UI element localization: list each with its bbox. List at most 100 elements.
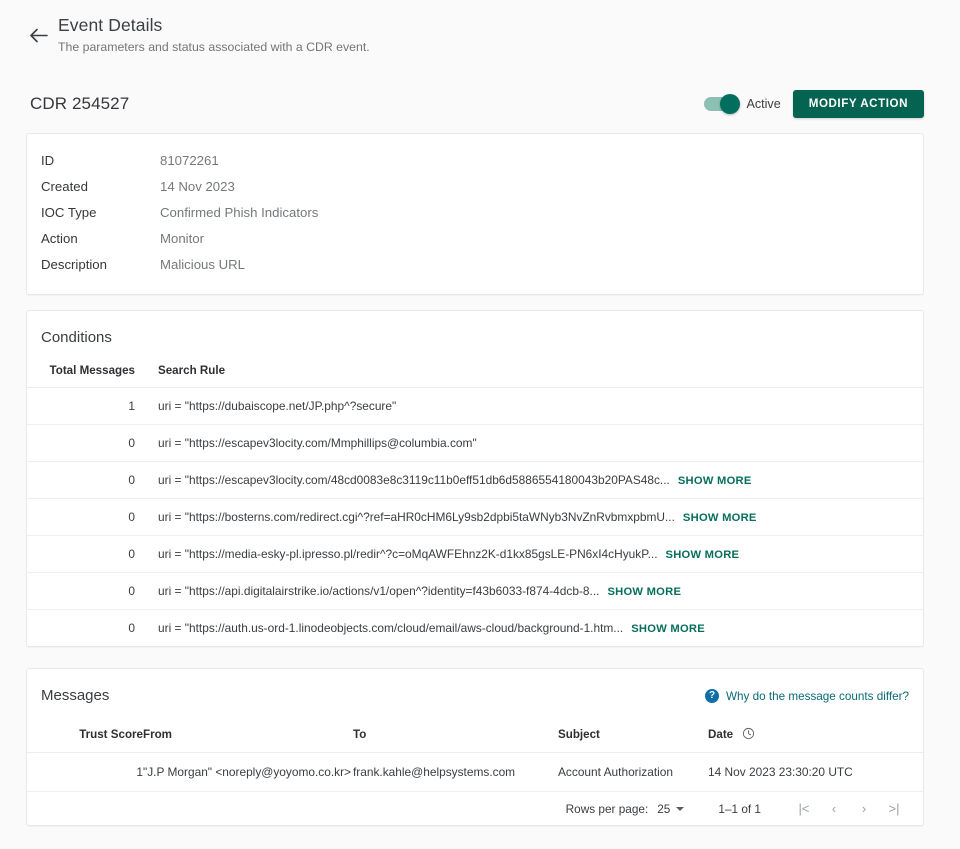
condition-total-messages: 0 — [27, 573, 135, 610]
column-header-date-label: Date — [708, 728, 733, 741]
condition-search-rule: uri = "https://escapev3locity.com/Mmphil… — [135, 425, 923, 462]
messages-header-row: Trust Score From To Subject Date — [27, 727, 923, 753]
pagination-bar: Rows per page: 25 1–1 of 1 |< ‹ › >| — [27, 792, 923, 825]
active-toggle-group[interactable]: Active — [704, 97, 780, 111]
detail-label: ID — [41, 148, 160, 174]
detail-row: Created 14 Nov 2023 — [41, 174, 923, 200]
column-header-date[interactable]: Date — [708, 727, 923, 753]
show-more-link[interactable]: SHOW MORE — [631, 623, 705, 635]
condition-search-rule: uri = "https://bosterns.com/redirect.cgi… — [135, 499, 923, 536]
page-title: Event Details — [58, 14, 370, 36]
rule-text: uri = "https://media-esky-pl.ipresso.pl/… — [158, 547, 658, 561]
show-more-link[interactable]: SHOW MORE — [666, 549, 740, 561]
back-arrow-icon[interactable] — [24, 21, 52, 49]
detail-list: ID 81072261 Created 14 Nov 2023 IOC Type… — [27, 134, 923, 294]
rule-text: uri = "https://api.digitalairstrike.io/a… — [158, 584, 599, 598]
column-header-search-rule: Search Rule — [135, 364, 923, 388]
conditions-header-row: Total Messages Search Rule — [27, 364, 923, 388]
condition-total-messages: 0 — [27, 499, 135, 536]
condition-search-rule: uri = "https://dubaiscope.net/JP.php^?se… — [135, 388, 923, 425]
rows-per-page-value: 25 — [657, 802, 670, 816]
messages-table: Trust Score From To Subject Date 1 — [27, 727, 923, 792]
help-icon: ? — [705, 689, 719, 703]
rule-text: uri = "https://dubaiscope.net/JP.php^?se… — [158, 399, 396, 413]
footer: © Copyright 2023 Fortra, LLC and its gro… — [0, 826, 960, 849]
rows-per-page-select[interactable]: 25 — [657, 802, 684, 816]
table-row: 1 "J.P Morgan" <noreply@yoyomo.co.kr> fr… — [27, 753, 923, 792]
condition-search-rule: uri = "https://api.digitalairstrike.io/a… — [135, 573, 923, 610]
table-row: 0 uri = "https://escapev3locity.com/48cd… — [27, 462, 923, 499]
clock-icon — [742, 727, 755, 740]
conditions-table-body: 1 uri = "https://dubaiscope.net/JP.php^?… — [27, 388, 923, 647]
table-row: 0 uri = "https://media-esky-pl.ipresso.p… — [27, 536, 923, 573]
chevron-down-icon — [676, 807, 684, 811]
title-actions: Active MODIFY ACTION — [704, 90, 924, 118]
toggle-knob — [720, 94, 740, 114]
active-toggle-label: Active — [746, 97, 780, 111]
column-header-to[interactable]: To — [353, 727, 558, 753]
condition-search-rule: uri = "https://media-esky-pl.ipresso.pl/… — [135, 536, 923, 573]
rule-text: uri = "https://bosterns.com/redirect.cgi… — [158, 510, 675, 524]
detail-label: Action — [41, 226, 160, 252]
previous-page-button[interactable]: ‹ — [819, 801, 849, 816]
detail-value: Malicious URL — [160, 252, 245, 278]
rule-text: uri = "https://escapev3locity.com/48cd00… — [158, 473, 670, 487]
show-more-link[interactable]: SHOW MORE — [683, 512, 757, 524]
condition-search-rule: uri = "https://escapev3locity.com/48cd00… — [135, 462, 923, 499]
messages-table-body: 1 "J.P Morgan" <noreply@yoyomo.co.kr> fr… — [27, 753, 923, 792]
first-page-button[interactable]: |< — [789, 801, 819, 816]
rows-per-page-label: Rows per page: — [566, 802, 649, 816]
why-counts-differ-link[interactable]: ? Why do the message counts differ? — [705, 689, 909, 703]
conditions-table-head: Total Messages Search Rule — [27, 364, 923, 388]
column-header-total-messages: Total Messages — [27, 364, 135, 388]
message-from: "J.P Morgan" <noreply@yoyomo.co.kr> — [143, 753, 353, 792]
condition-total-messages: 1 — [27, 388, 135, 425]
conditions-card: Conditions Total Messages Search Rule 1 … — [26, 310, 924, 647]
message-to: frank.kahle@helpsystems.com — [353, 753, 558, 792]
modify-action-button[interactable]: MODIFY ACTION — [793, 90, 924, 118]
detail-value: Monitor — [160, 226, 204, 252]
conditions-table: Total Messages Search Rule 1 uri = "http… — [27, 364, 923, 646]
condition-total-messages: 0 — [27, 610, 135, 647]
condition-total-messages: 0 — [27, 462, 135, 499]
detail-value: 14 Nov 2023 — [160, 174, 235, 200]
detail-label: Created — [41, 174, 160, 200]
rule-text: uri = "https://auth.us-ord-1.linodeobjec… — [158, 621, 623, 635]
column-header-trust-score[interactable]: Trust Score — [27, 727, 143, 753]
show-more-link[interactable]: SHOW MORE — [607, 586, 681, 598]
page-header: Event Details The parameters and status … — [0, 0, 960, 55]
rule-text: uri = "https://escapev3locity.com/Mmphil… — [158, 436, 477, 450]
detail-row: Description Malicious URL — [41, 252, 923, 278]
event-details-page: Event Details The parameters and status … — [0, 0, 960, 849]
last-page-button[interactable]: >| — [879, 801, 909, 816]
table-row: 0 uri = "https://escapev3locity.com/Mmph… — [27, 425, 923, 462]
messages-card: Messages ? Why do the message counts dif… — [26, 668, 924, 826]
detail-value: 81072261 — [160, 148, 219, 174]
table-row: 1 uri = "https://dubaiscope.net/JP.php^?… — [27, 388, 923, 425]
condition-search-rule: uri = "https://auth.us-ord-1.linodeobjec… — [135, 610, 923, 647]
detail-label: IOC Type — [41, 200, 160, 226]
condition-total-messages: 0 — [27, 425, 135, 462]
message-date: 14 Nov 2023 23:30:20 UTC — [708, 753, 923, 792]
table-row: 0 uri = "https://auth.us-ord-1.linodeobj… — [27, 610, 923, 647]
detail-row: IOC Type Confirmed Phish Indicators — [41, 200, 923, 226]
table-row: 0 uri = "https://bosterns.com/redirect.c… — [27, 499, 923, 536]
page-subtitle: The parameters and status associated wit… — [58, 39, 370, 55]
conditions-heading: Conditions — [27, 311, 923, 346]
cdr-title-row: CDR 254527 Active MODIFY ACTION — [0, 86, 960, 122]
event-details-card: ID 81072261 Created 14 Nov 2023 IOC Type… — [26, 133, 924, 295]
messages-heading: Messages — [27, 669, 109, 704]
message-trust-score: 1 — [27, 753, 143, 792]
column-header-subject[interactable]: Subject — [558, 727, 708, 753]
show-more-link[interactable]: SHOW MORE — [678, 475, 752, 487]
message-subject: Account Authorization — [558, 753, 708, 792]
column-header-from[interactable]: From — [143, 727, 353, 753]
detail-value: Confirmed Phish Indicators — [160, 200, 318, 226]
header-text-block: Event Details The parameters and status … — [58, 12, 370, 55]
cdr-id-heading: CDR 254527 — [30, 94, 129, 114]
detail-row: Action Monitor — [41, 226, 923, 252]
active-toggle[interactable] — [704, 97, 738, 111]
why-counts-differ-label: Why do the message counts differ? — [726, 690, 909, 703]
next-page-button[interactable]: › — [849, 801, 879, 816]
detail-label: Description — [41, 252, 160, 278]
